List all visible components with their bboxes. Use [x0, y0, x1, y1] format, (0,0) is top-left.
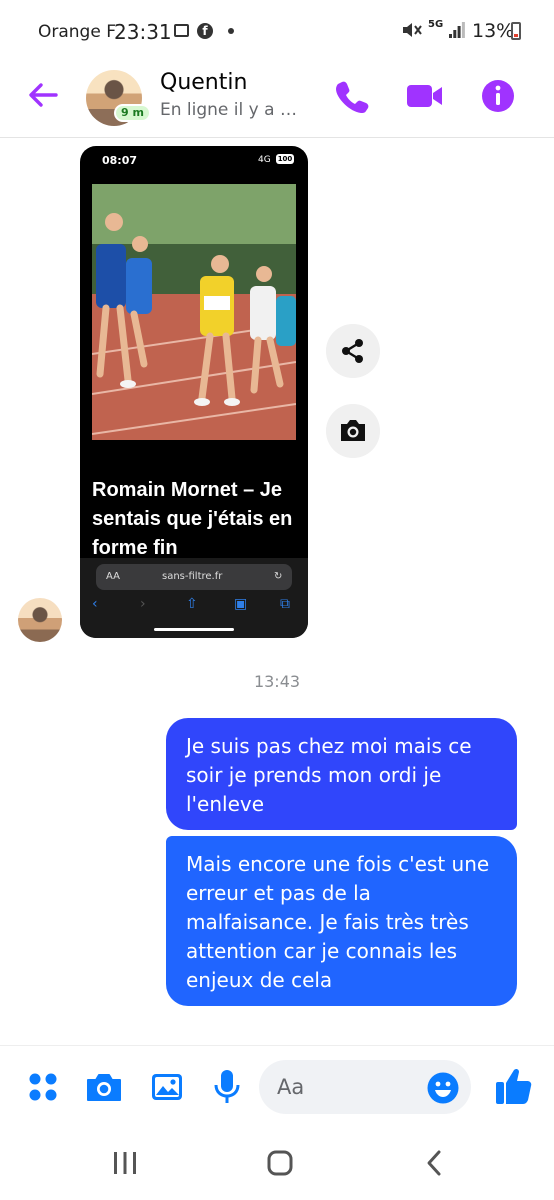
status-bar: Orange F 23:31 f 5G 13%: [0, 0, 554, 62]
recent-apps-icon[interactable]: [112, 1150, 138, 1176]
partially-hidden-timestamp: [256, 1038, 296, 1044]
emoji-icon[interactable]: [426, 1071, 460, 1105]
browser-toolbar: AA sans-filtre.fr ↻ ‹ › ⇧ ▣ ⧉: [80, 558, 308, 638]
message-timestamp: 13:43: [253, 672, 301, 691]
attachment-network-label: 4G: [258, 155, 271, 165]
battery-percentage: 13%: [472, 20, 515, 42]
article-headline: Romain Mornet – Je sentais que j'étais e…: [92, 479, 293, 559]
browser-share-icon: ⇧: [186, 596, 198, 612]
mute-icon: [401, 20, 423, 45]
home-icon[interactable]: [266, 1149, 294, 1177]
chat-header: 9 m Quentin En ligne il y a 9…: [0, 62, 554, 138]
camera-icon[interactable]: [86, 1070, 122, 1104]
reload-icon: ↻: [274, 571, 283, 582]
contact-name[interactable]: Quentin: [160, 70, 247, 95]
browser-url-bar: AA sans-filtre.fr ↻: [96, 564, 292, 590]
runners-illustration: [92, 184, 296, 440]
network-type-label: 5G: [428, 19, 444, 30]
message-composer: [0, 1045, 554, 1130]
browser-back-icon: ‹: [92, 596, 98, 612]
outgoing-message-bubble[interactable]: Mais encore une fois c'est une erreur et…: [166, 836, 517, 1006]
apps-menu-icon[interactable]: [27, 1071, 59, 1103]
gallery-notification-icon: [174, 24, 189, 37]
system-navigation-bar: [0, 1130, 554, 1200]
signal-icon: [449, 22, 465, 38]
microphone-icon[interactable]: [213, 1068, 241, 1106]
facebook-notification-icon: f: [197, 23, 213, 39]
more-notifications-dot-icon: [228, 28, 234, 34]
runners-photo: [92, 184, 296, 440]
browser-bookmarks-icon: ▣: [234, 596, 248, 612]
back-arrow-icon[interactable]: [26, 78, 60, 112]
thumbs-up-icon[interactable]: [494, 1066, 532, 1106]
attachment-phone-time: 08:07: [102, 154, 138, 167]
carrier-label: Orange F: [38, 22, 116, 42]
outgoing-message-bubble[interactable]: Je suis pas chez moi mais ce soir je pre…: [166, 718, 517, 830]
shared-image-attachment[interactable]: 08:07 4G 100 Romain Mornet – Je sentais …: [80, 146, 308, 638]
browser-forward-icon: ›: [140, 596, 146, 612]
gallery-icon[interactable]: [150, 1070, 184, 1104]
back-icon[interactable]: [424, 1149, 444, 1177]
active-time-badge: 9 m: [114, 104, 151, 122]
camera-save-icon[interactable]: [326, 404, 380, 458]
attachment-battery-label: 100: [276, 154, 294, 164]
attachment-home-indicator: [154, 628, 234, 631]
status-time: 23:31: [114, 20, 172, 44]
battery-icon: [511, 22, 521, 40]
browser-nav-icons: ‹ › ⇧ ▣ ⧉: [90, 596, 300, 614]
info-icon[interactable]: [478, 76, 518, 116]
contact-status: En ligne il y a 9…: [160, 100, 300, 120]
share-icon[interactable]: [326, 324, 380, 378]
video-call-icon[interactable]: [404, 76, 444, 116]
browser-tabs-icon: ⧉: [280, 596, 290, 612]
sender-avatar[interactable]: [18, 598, 62, 642]
phone-call-icon[interactable]: [332, 76, 372, 116]
browser-url-text: sans-filtre.fr: [162, 571, 223, 582]
reader-aa-label: AA: [106, 571, 120, 582]
